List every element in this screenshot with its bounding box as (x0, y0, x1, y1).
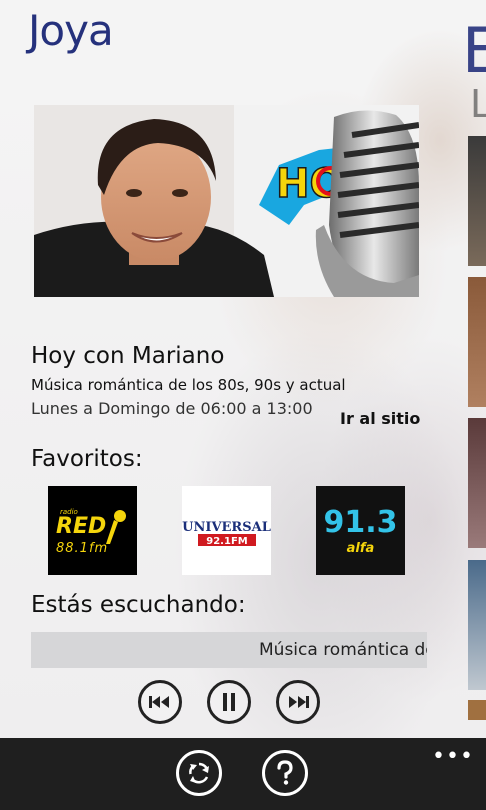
previous-button[interactable] (138, 680, 182, 724)
alfa-logo-freq: 91.3 (323, 505, 397, 540)
skip-forward-icon (289, 696, 309, 708)
more-menu-button[interactable]: ••• (432, 744, 474, 769)
red-logo-brand: RED (56, 514, 106, 539)
thumbnail[interactable] (468, 560, 486, 690)
alfa-logo-brand: alfa (347, 541, 375, 556)
thumbnail[interactable] (468, 277, 486, 407)
favorite-station-universal[interactable]: UNIVERSAL 92.1FM (182, 486, 271, 575)
thumbnail[interactable] (468, 700, 486, 720)
show-hero-image: HOY (34, 105, 419, 297)
now-playing-text: Música romántica de (259, 640, 427, 660)
app-title: Joya (28, 6, 114, 55)
show-schedule: Lunes a Domingo de 06:00 a 13:00 (31, 399, 313, 418)
show-description: Música romántica de los 80s, 90s y actua… (31, 376, 346, 394)
favorites-heading: Favoritos: (31, 446, 143, 472)
pause-icon (223, 693, 235, 711)
next-panorama-subtitle: L (470, 82, 486, 126)
favorite-station-alfa[interactable]: 91.3 alfa (316, 486, 405, 575)
universal-logo-brand: UNIVERSAL (182, 520, 271, 535)
application-bar: ••• (0, 738, 486, 810)
now-playing-ticker: Música romántica de (31, 632, 427, 668)
next-button[interactable] (276, 680, 320, 724)
universal-logo-freq: 92.1FM (206, 536, 248, 547)
question-icon (277, 760, 293, 785)
universal-logo: UNIVERSAL 92.1FM (182, 486, 271, 575)
next-panorama-title[interactable]: E (462, 14, 486, 87)
refresh-icon (189, 762, 209, 784)
red-logo-freq: 88.1fm (56, 541, 108, 556)
go-to-website-link[interactable]: Ir al sitio (340, 409, 420, 428)
skip-back-icon (149, 696, 169, 708)
now-playing-heading: Estás escuchando: (31, 592, 246, 618)
favorite-station-red[interactable]: radio RED 88.1fm (48, 486, 137, 575)
show-title: Hoy con Mariano (31, 343, 225, 369)
red-logo: radio RED 88.1fm (48, 486, 137, 575)
show-artwork: HOY (34, 105, 419, 297)
refresh-button[interactable] (176, 750, 222, 796)
pause-button[interactable] (207, 680, 251, 724)
thumbnail[interactable] (468, 418, 486, 548)
alfa-logo: 91.3 alfa (316, 486, 405, 575)
help-button[interactable] (262, 750, 308, 796)
thumbnail[interactable] (468, 136, 486, 266)
